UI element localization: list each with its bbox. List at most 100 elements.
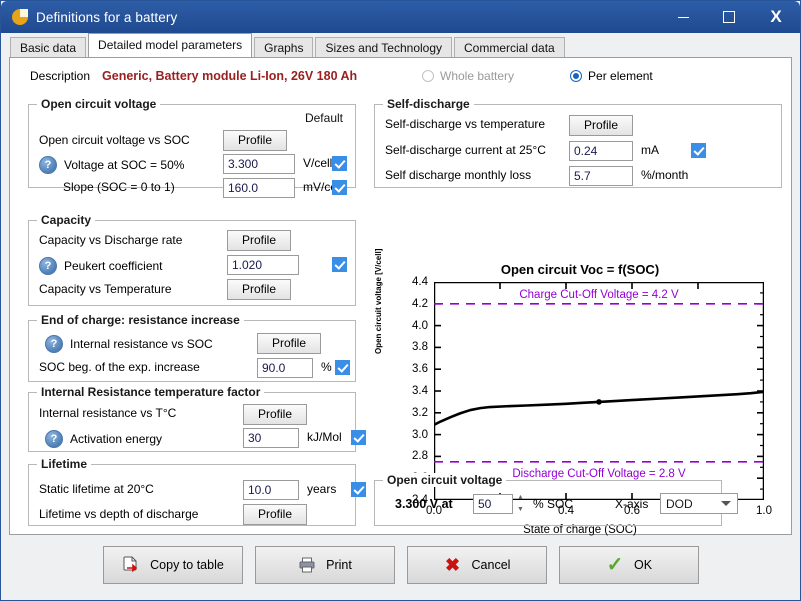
x-axis-select-value: DOD [666,496,693,511]
voltage-at-soc-unit: V/cell [303,156,333,170]
chart-y-tick-label: 4.2 [412,297,428,310]
check-icon: ✓ [606,554,624,576]
detailed-model-parameters-panel: Description Generic, Battery module Li-I… [9,57,792,536]
help-icon-peukert[interactable]: ? [39,257,57,275]
slope-default-checkbox[interactable] [332,180,347,195]
peukert-coefficient-label: Peukert coefficient [64,259,163,273]
radio-whole-battery-icon [422,70,434,82]
maximize-button[interactable] [706,1,752,33]
group-lifetime-title: Lifetime [37,457,92,471]
help-icon-activation-energy[interactable]: ? [45,430,63,448]
soc-beg-exp-increase-label: SOC beg. of the exp. increase [39,360,200,374]
group-open-circuit-voltage: Open circuit voltage Default Open circui… [28,97,356,198]
internal-resistance-vs-temp-label: Internal resistance vs T°C [39,406,177,420]
activation-energy-unit: kJ/Mol [307,430,342,444]
minimize-button[interactable] [660,1,706,33]
maximize-icon [723,11,735,23]
print-label: Print [326,558,352,572]
window-title: Definitions for a battery [36,9,178,25]
internal-resistance-vs-soc-profile-button[interactable]: Profile [257,333,321,354]
chart-y-tick-label: 3.0 [412,428,428,441]
tab-commercial-data[interactable]: Commercial data [454,37,565,57]
tab-graphs[interactable]: Graphs [254,37,314,57]
static-lifetime-input[interactable]: 10.0 [243,480,299,500]
activation-energy-input[interactable]: 30 [243,428,299,448]
soc-beg-exp-increase-default-checkbox[interactable] [335,360,350,375]
soc-beg-exp-increase-input[interactable]: 90.0 [257,358,313,378]
tab-bar: Basic data Detailed model parameters Gra… [1,33,800,57]
self-discharge-vs-temperature-label: Self-discharge vs temperature [385,117,546,131]
group-capacity-title: Capacity [37,213,96,227]
copy-to-table-label: Copy to table [150,558,224,572]
static-lifetime-unit: years [307,482,337,496]
peukert-coefficient-input[interactable]: 1.020 [227,255,299,275]
radio-per-element[interactable]: Per element [570,69,653,83]
capacity-vs-discharge-rate-label: Capacity vs Discharge rate [39,233,183,247]
description-row: Description Generic, Battery module Li-I… [30,69,357,83]
title-bar: Definitions for a battery X [1,1,800,33]
ocv-vs-soc-label: Open circuit voltage vs SOC [39,133,190,147]
cancel-label: Cancel [471,558,511,572]
scope-radio-group: Whole battery Per element [422,69,653,83]
self-discharge-vs-temperature-profile-button[interactable]: Profile [569,115,633,136]
chart-y-tick-label: 2.8 [412,450,428,463]
lifetime-vs-dod-profile-button[interactable]: Profile [243,504,307,525]
ok-button[interactable]: ✓ OK [558,546,699,584]
ocv-readout-value: 3.300 V at [395,497,453,511]
group-self-discharge-title: Self-discharge [383,97,474,111]
ocv-vs-soc-profile-button[interactable]: Profile [223,130,287,151]
static-lifetime-default-checkbox[interactable] [351,482,366,497]
copy-to-table-button[interactable]: Copy to table [102,546,243,584]
battery-definitions-window: Definitions for a battery X Basic data D… [0,0,801,601]
cancel-button[interactable]: ✖ Cancel [406,546,547,584]
app-icon [12,9,28,25]
group-end-of-charge-title: End of charge: resistance increase [37,313,244,327]
chart-title: Open circuit Voc = f(SOC) [500,262,660,277]
group-ocv-readout: Open circuit voltage 3.300 V at 50 ▲ ▼ % … [374,473,738,526]
peukert-coefficient-default-checkbox[interactable] [332,257,347,272]
self-discharge-monthly-loss-input[interactable]: 5.7 [569,166,633,186]
soc-beg-exp-increase-unit: % [321,360,332,374]
radio-whole-battery-label: Whole battery [440,69,515,83]
capacity-vs-temperature-profile-button[interactable]: Profile [227,279,291,300]
slope-input[interactable]: 160.0 [223,178,295,198]
radio-whole-battery[interactable]: Whole battery [422,69,514,83]
self-discharge-monthly-loss-label: Self discharge monthly loss [385,168,532,182]
self-discharge-current-input[interactable]: 0.24 [569,141,633,161]
tab-detailed-model-parameters[interactable]: Detailed model parameters [88,33,253,57]
group-ocv-readout-title: Open circuit voltage [383,473,507,487]
internal-resistance-vs-temp-profile-button[interactable]: Profile [243,404,307,425]
tab-sizes-and-technology[interactable]: Sizes and Technology [315,37,453,57]
group-open-circuit-voltage-title: Open circuit voltage [37,97,161,111]
close-button[interactable]: X [752,1,800,33]
printer-icon [297,555,317,575]
radio-per-element-label: Per element [588,69,653,83]
print-button[interactable]: Print [254,546,395,584]
cross-icon: ✖ [444,555,461,575]
chart-y-tick-label: 3.8 [412,341,428,354]
activation-energy-label: Activation energy [70,432,163,446]
help-icon-internal-resistance-vs-soc[interactable]: ? [45,335,63,353]
chart-y-tick-label: 4.4 [412,276,428,288]
chart-y-tick-label: 3.2 [412,406,428,419]
group-internal-resistance-temp-title: Internal Resistance temperature factor [37,385,265,399]
group-end-of-charge: End of charge: resistance increase ? Int… [28,313,356,382]
chart-y-tick-label: 3.6 [412,363,428,376]
chart-plot-area: Charge Cut-Off Voltage = 4.2 V Discharge … [412,276,772,517]
activation-energy-default-checkbox[interactable] [351,430,366,445]
soc-percent-input[interactable]: 50 [473,494,513,514]
tab-basic-data[interactable]: Basic data [10,37,87,57]
help-icon-voltage-at-soc[interactable]: ? [39,156,57,174]
self-discharge-monthly-loss-unit: %/month [641,168,689,182]
self-discharge-current-default-checkbox[interactable] [691,143,706,158]
svg-text:Discharge Cut-Off Voltage = 2.: Discharge Cut-Off Voltage = 2.8 V [512,468,686,480]
group-self-discharge: Self-discharge Self-discharge vs tempera… [374,97,782,188]
x-axis-select[interactable]: DOD [660,493,738,514]
voltage-at-soc-input[interactable]: 3.300 [223,154,295,174]
chart-x-tick-label: 1.0 [756,505,772,517]
soc-percent-stepper[interactable]: ▲ ▼ [514,494,527,514]
ok-label: OK [633,558,653,572]
voltage-at-soc-default-checkbox[interactable] [332,156,347,171]
group-lifetime: Lifetime Static lifetime at 20°C 10.0 ye… [28,457,366,526]
capacity-vs-discharge-rate-profile-button[interactable]: Profile [227,230,291,251]
